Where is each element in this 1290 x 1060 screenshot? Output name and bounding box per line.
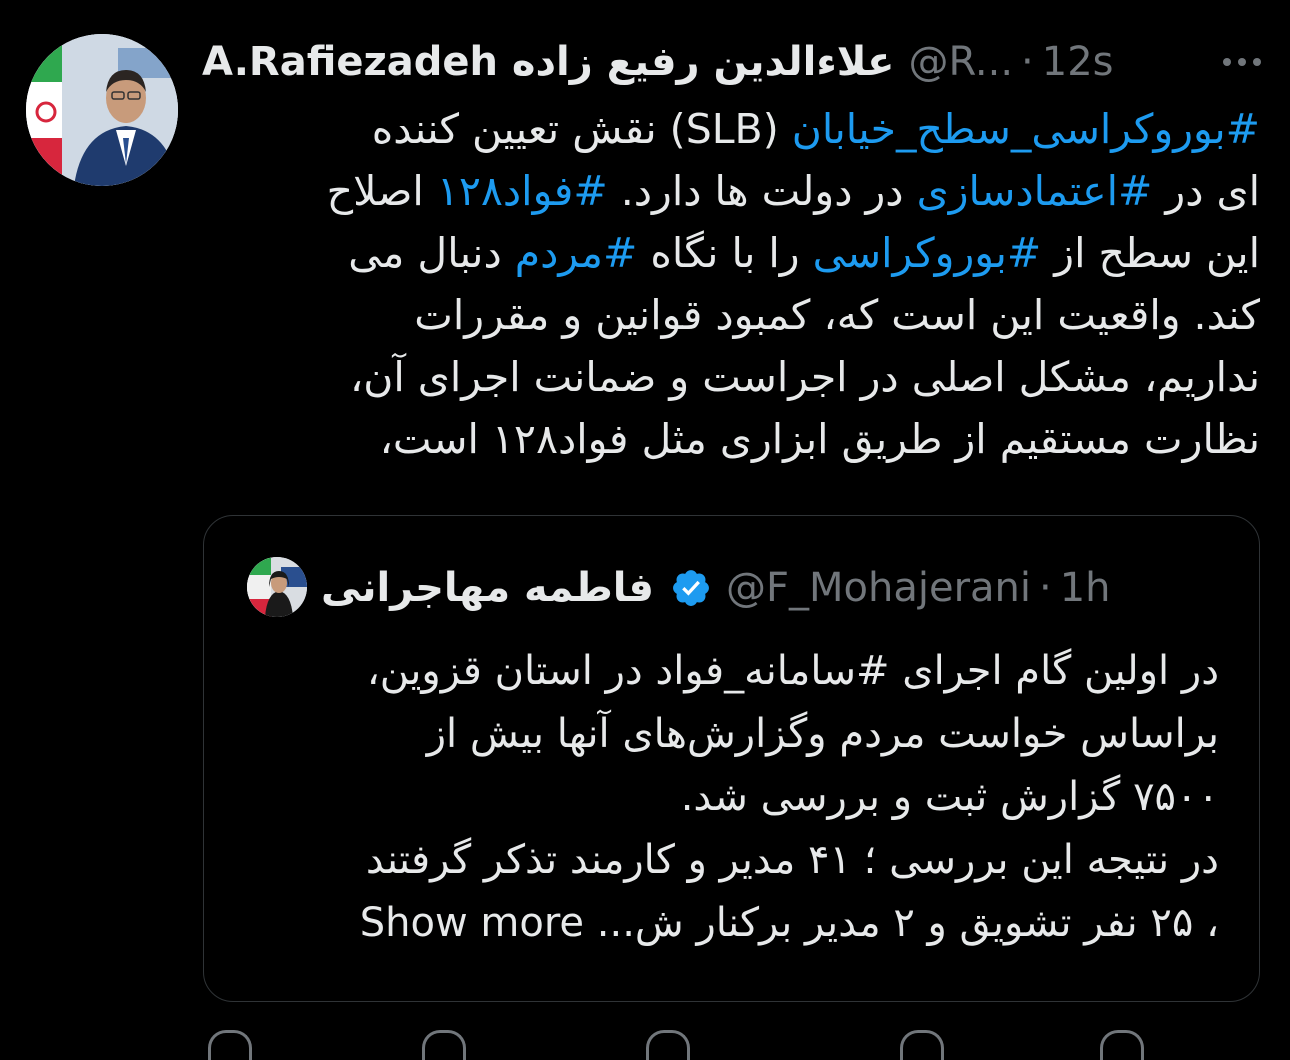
quoted-tweet-time[interactable]: 1h	[1060, 562, 1111, 614]
share-icon[interactable]	[1100, 1030, 1144, 1060]
quoted-text-line-last: ، ۲۵ نفر تشویق و ۲ مدیر برکنار ش... Show…	[244, 892, 1219, 955]
tweet-text-segment: را با نگاه	[637, 229, 813, 277]
author-handle[interactable]: @R...	[909, 38, 1014, 86]
hashtag-link[interactable]: #مردم	[515, 229, 638, 277]
hashtag-link[interactable]: #فواد۱۲۸	[437, 167, 608, 215]
quoted-text-line: ۷۵۰۰ گزارش ثبت و بررسی شد.	[680, 774, 1219, 820]
tweet-text-line: نظارت مستقیم از طریق ابزاری مثل فواد۱۲۸ …	[200, 408, 1260, 470]
tweet-text-line: #بوروکراسی_سطح_خیابان (SLB) نقش تعیین کن…	[200, 98, 1260, 160]
quoted-tweet-body: در اولین گام اجرای #سامانه_فواد در استان…	[244, 640, 1219, 955]
quoted-author-avatar[interactable]	[247, 557, 307, 617]
tweet-text-segment: اصلاح	[326, 167, 437, 215]
quoted-text-truncated: ، ۲۵ نفر تشویق و ۲ مدیر برکنار ش...	[596, 900, 1219, 946]
hashtag-link[interactable]: #بوروکراسی	[813, 229, 1042, 277]
more-options-icon[interactable]	[1214, 38, 1270, 86]
quoted-text-line: در نتیجه این بررسی ؛ ۴۱ مدیر و کارمند تذ…	[365, 837, 1219, 883]
tweet-text-line: کند. واقعیت این است که، کمبود قوانین و م…	[200, 284, 1260, 346]
tweet-body: #بوروکراسی_سطح_خیابان (SLB) نقش تعیین کن…	[200, 98, 1260, 470]
quoted-text-line: براساس خواست مردم وگزارش‌های آنها بیش از	[426, 711, 1219, 757]
hashtag-link[interactable]: #بوروکراسی_سطح_خیابان	[792, 105, 1260, 153]
quoted-author-name[interactable]: فاطمه مهاجرانی	[321, 562, 654, 614]
tweet-actions-bar	[200, 1030, 1200, 1060]
tweet-time[interactable]: 12s	[1042, 38, 1114, 86]
views-icon[interactable]	[900, 1030, 944, 1060]
quoted-separator-dot: ·	[1039, 565, 1052, 611]
verified-badge-icon	[673, 570, 709, 606]
retweet-icon[interactable]	[422, 1030, 466, 1060]
separator-dot: ·	[1021, 39, 1034, 85]
author-avatar[interactable]	[26, 34, 178, 186]
tweet-text-segment: ای در	[1152, 167, 1260, 215]
quoted-tweet-header: فاطمه مهاجرانی @F_Mohajerani · 1h	[321, 562, 1111, 614]
tweet-text-segment: نداریم، مشکل اصلی در اجراست و ضمانت اجرا…	[350, 353, 1260, 401]
quoted-author-handle[interactable]: @F_Mohajerani	[726, 562, 1031, 614]
tweet-text-line: این سطح از #بوروکراسی را با نگاه #مردم د…	[200, 222, 1260, 284]
hashtag-link[interactable]: #اعتمادسازی	[917, 167, 1153, 215]
tweet-header: A.Rafiezadeh علاءالدین رفیع زاده @R... ·…	[202, 38, 1262, 86]
show-more-link[interactable]: Show more	[360, 900, 584, 946]
like-icon[interactable]	[646, 1030, 690, 1060]
reply-icon[interactable]	[208, 1030, 252, 1060]
tweet-text-segment: این سطح از	[1041, 229, 1260, 277]
tweet-text-segment: نظارت مستقیم از طریق ابزاری مثل فواد۱۲۸ …	[379, 415, 1260, 463]
tweet-text-segment: دنبال می	[348, 229, 515, 277]
tweet-text-line: نداریم، مشکل اصلی در اجراست و ضمانت اجرا…	[200, 346, 1260, 408]
quoted-tweet[interactable]: فاطمه مهاجرانی @F_Mohajerani · 1h در اول…	[203, 515, 1260, 1002]
tweet-text-segment: (SLB) نقش تعیین کننده	[371, 105, 792, 153]
tweet-text-line: ای در #اعتمادسازی در دولت ها دارد. #فواد…	[200, 160, 1260, 222]
tweet-text-segment: در دولت ها دارد.	[607, 167, 917, 215]
tweet-text-segment: کند. واقعیت این است که، کمبود قوانین و م…	[414, 291, 1260, 339]
author-name[interactable]: A.Rafiezadeh علاءالدین رفیع زاده	[202, 38, 895, 86]
quoted-text-line: در اولین گام اجرای #سامانه_فواد در استان…	[366, 648, 1219, 694]
